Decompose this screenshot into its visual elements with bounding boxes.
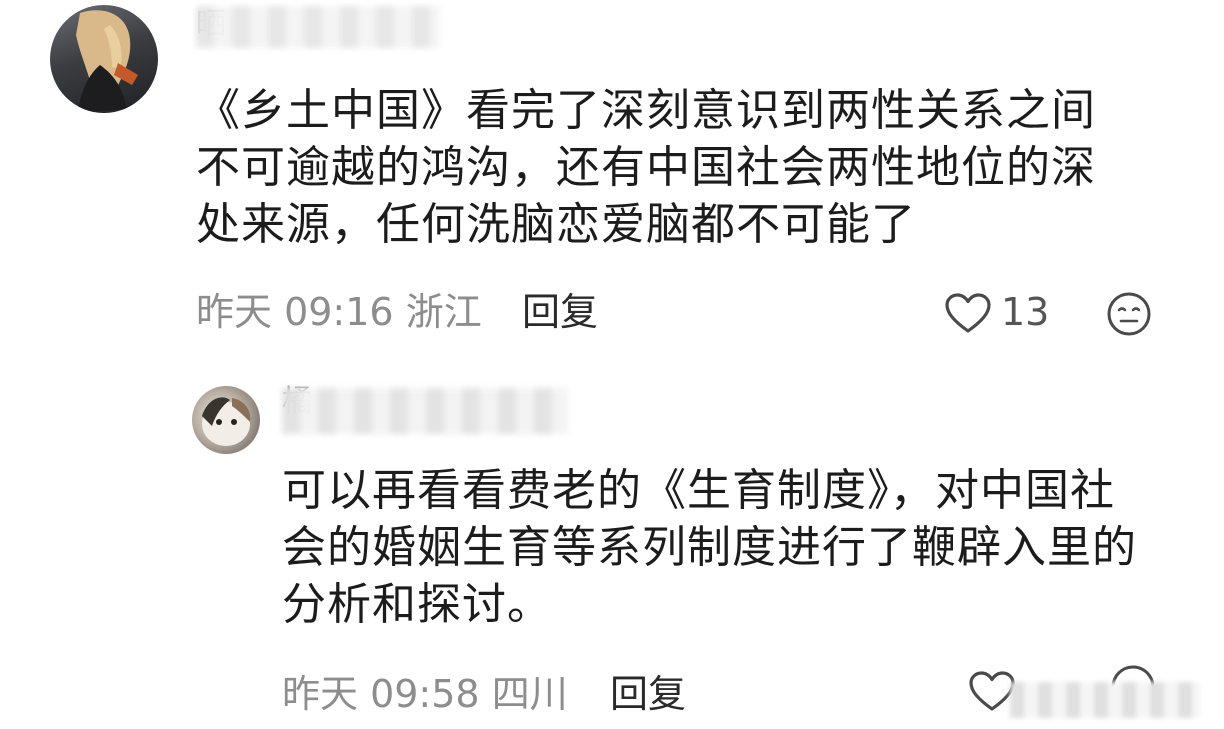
comment-time: 昨天 09:16 — [196, 290, 394, 334]
commenter-avatar[interactable] — [50, 5, 158, 113]
reply-button[interactable]: 回复 — [610, 672, 686, 716]
avatar-photo — [76, 10, 138, 113]
heart-outline-icon[interactable] — [944, 292, 992, 334]
avatar-photo — [202, 397, 251, 446]
comment-text: 《乡土中国》看完了深刻意识到两性关系之间 不可逾越的鸿沟，还有中国社会两性地位的… — [196, 85, 1096, 250]
reply-button[interactable]: 回复 — [522, 290, 598, 334]
reply-time: 昨天 09:58 — [282, 672, 480, 716]
reply-location: 四川 — [491, 672, 568, 716]
emoji-face-icon[interactable] — [1106, 291, 1152, 337]
heart-outline-icon[interactable] — [968, 670, 1016, 712]
comment-location: 浙江 — [405, 290, 482, 334]
watermark-blur-mask — [1010, 682, 1200, 718]
username-blur-mask — [196, 6, 440, 48]
reply-meta: 昨天 09:58 四川 — [282, 672, 568, 716]
reply-text: 可以再看看费老的《生育制度》，对中国社 会的婚姻生育等系列制度进行了鞭辟入里的 … — [282, 465, 1137, 630]
username-blur-mask — [282, 388, 568, 434]
comment-meta: 昨天 09:16 浙江 — [196, 290, 482, 334]
like-count: 13 — [1001, 290, 1050, 334]
replier-avatar[interactable] — [192, 386, 260, 454]
